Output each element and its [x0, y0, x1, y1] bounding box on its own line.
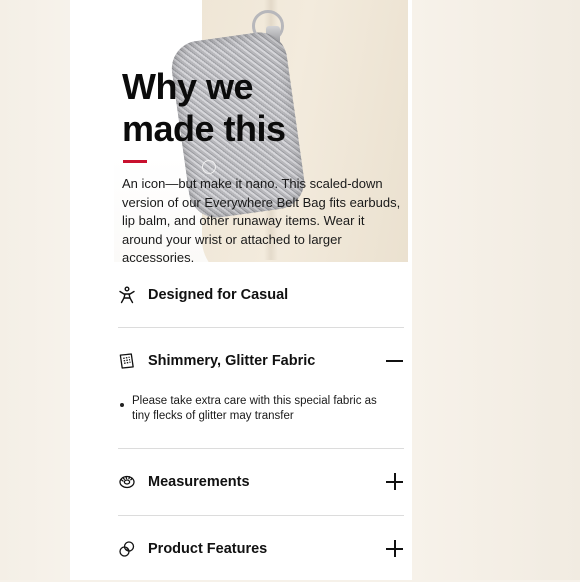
accordion-item-designed-for[interactable]: Designed for Casual [118, 262, 404, 328]
accordion-label: Shimmery, Glitter Fabric [148, 353, 316, 369]
background-right [412, 0, 580, 580]
title-line-1: Why we [122, 66, 254, 107]
title-line-2: made this [122, 108, 286, 149]
bullet-point [120, 403, 124, 407]
accordion-panel: Please take extra care with this special… [118, 394, 404, 424]
accordion-label: Measurements [148, 474, 250, 490]
person-activity-icon [118, 286, 136, 304]
page-margin-left [70, 0, 114, 580]
accordion-item-measurements[interactable]: Measurements [118, 449, 404, 515]
product-details-accordion: Designed for Casual Shimmery, Glitter Fa… [110, 262, 412, 580]
accordion-label: Product Features [148, 541, 268, 557]
collapse-minus-icon[interactable] [386, 352, 404, 370]
care-note: Please take extra care with this special… [132, 395, 377, 422]
accordion-header[interactable]: Product Features [118, 516, 404, 582]
fabric-swatch-icon [118, 352, 136, 370]
expand-plus-icon[interactable] [386, 473, 404, 491]
accordion-header[interactable]: Designed for Casual [118, 262, 404, 328]
hero-description: An icon—but make it nano. This scaled-do… [122, 176, 401, 265]
brand-logo-icon [202, 160, 216, 174]
page-margin-right [408, 0, 412, 262]
measuring-tape-icon [118, 473, 136, 491]
accordion-label: Designed for Casual [148, 287, 289, 303]
accent-divider [123, 160, 147, 163]
features-icon [118, 540, 136, 558]
accordion-item-fabric[interactable]: Shimmery, Glitter Fabric Please take ext… [118, 328, 404, 424]
accordion-item-features[interactable]: Product Features [118, 516, 404, 582]
expand-plus-icon[interactable] [386, 540, 404, 558]
accordion-header[interactable]: Shimmery, Glitter Fabric [118, 328, 404, 394]
accordion-header[interactable]: Measurements [118, 449, 404, 515]
page-title: Why we made this [122, 66, 342, 150]
